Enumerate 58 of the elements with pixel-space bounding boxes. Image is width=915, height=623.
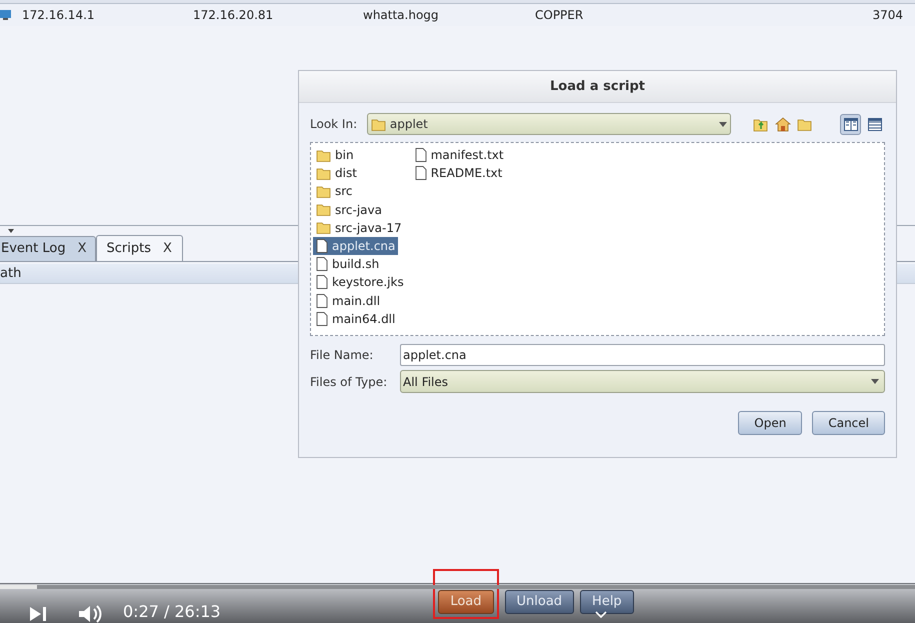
file-type-dropdown[interactable]: All Files bbox=[400, 370, 885, 393]
file-item[interactable]: applet.cna bbox=[313, 236, 398, 256]
file-icon bbox=[316, 275, 328, 290]
file-icon bbox=[414, 166, 427, 180]
folder-icon bbox=[316, 203, 331, 216]
folder-icon bbox=[316, 166, 331, 180]
dialog-button[interactable]: Cancel bbox=[812, 411, 885, 435]
file-item[interactable]: dist bbox=[313, 164, 360, 182]
folder-icon bbox=[316, 184, 331, 198]
skip-next-icon[interactable] bbox=[28, 605, 48, 623]
file-name-field[interactable]: applet.cna bbox=[400, 344, 885, 366]
file-item[interactable]: src-java-17 bbox=[313, 218, 405, 237]
table-cell-text: COPPER bbox=[535, 7, 584, 24]
folder-up-icon[interactable] bbox=[753, 116, 769, 132]
file-item[interactable]: build.sh bbox=[313, 255, 382, 274]
folder-icon bbox=[316, 221, 331, 234]
script-button[interactable]: Unload bbox=[504, 590, 574, 614]
tab[interactable]: Scripts X bbox=[96, 235, 183, 261]
file-item[interactable]: README.txt bbox=[412, 164, 506, 182]
tab-close-icon[interactable]: X bbox=[78, 239, 86, 259]
dialog-button[interactable]: Open bbox=[738, 411, 802, 435]
file-icon bbox=[414, 148, 427, 162]
tab-close-icon[interactable]: X bbox=[162, 238, 172, 258]
file-icon bbox=[316, 312, 328, 326]
chevron-icon[interactable] bbox=[595, 611, 607, 618]
volume-icon[interactable] bbox=[78, 605, 104, 623]
caret-icon bbox=[871, 379, 879, 384]
table-cell-text: 3704 bbox=[872, 7, 904, 24]
file-item[interactable]: manifest.txt bbox=[412, 146, 507, 164]
dialog-title: Load a script bbox=[299, 71, 896, 103]
folder-icon bbox=[316, 148, 331, 162]
column-header[interactable]: ath bbox=[0, 264, 22, 284]
script-button[interactable]: Help bbox=[580, 590, 634, 614]
file-icon bbox=[316, 294, 328, 308]
caret-icon bbox=[719, 122, 727, 126]
list-view-toggle[interactable] bbox=[840, 114, 861, 134]
file-item[interactable]: src bbox=[313, 182, 356, 201]
look-in-dropdown[interactable]: applet bbox=[366, 113, 731, 135]
table-cell-text: 172.16.14.1 bbox=[22, 7, 96, 24]
caret-icon[interactable] bbox=[8, 229, 14, 233]
video-time: 0:27 / 26:13 bbox=[123, 604, 221, 620]
file-item[interactable]: bin bbox=[313, 146, 357, 164]
tab[interactable]: Event Log X bbox=[0, 236, 96, 261]
home-icon[interactable] bbox=[775, 116, 791, 132]
file-item[interactable]: keystore.jks bbox=[313, 273, 407, 292]
folder-icon bbox=[370, 118, 386, 130]
file-item[interactable]: main64.dll bbox=[313, 310, 398, 328]
table-cell-text: whatta.hogg bbox=[363, 7, 440, 24]
look-in-label: Look In: bbox=[310, 116, 358, 133]
folder-icon bbox=[797, 118, 812, 130]
monitor-icon bbox=[0, 9, 12, 21]
table-cell-text: 172.16.20.81 bbox=[193, 7, 274, 24]
file-item[interactable]: main.dll bbox=[313, 292, 384, 310]
file-icon bbox=[316, 257, 328, 272]
file-type-label: Files of Type: bbox=[310, 374, 388, 390]
file-item[interactable]: src-java bbox=[313, 200, 385, 219]
file-icon bbox=[316, 239, 328, 254]
file-name-label: File Name: bbox=[310, 347, 374, 364]
